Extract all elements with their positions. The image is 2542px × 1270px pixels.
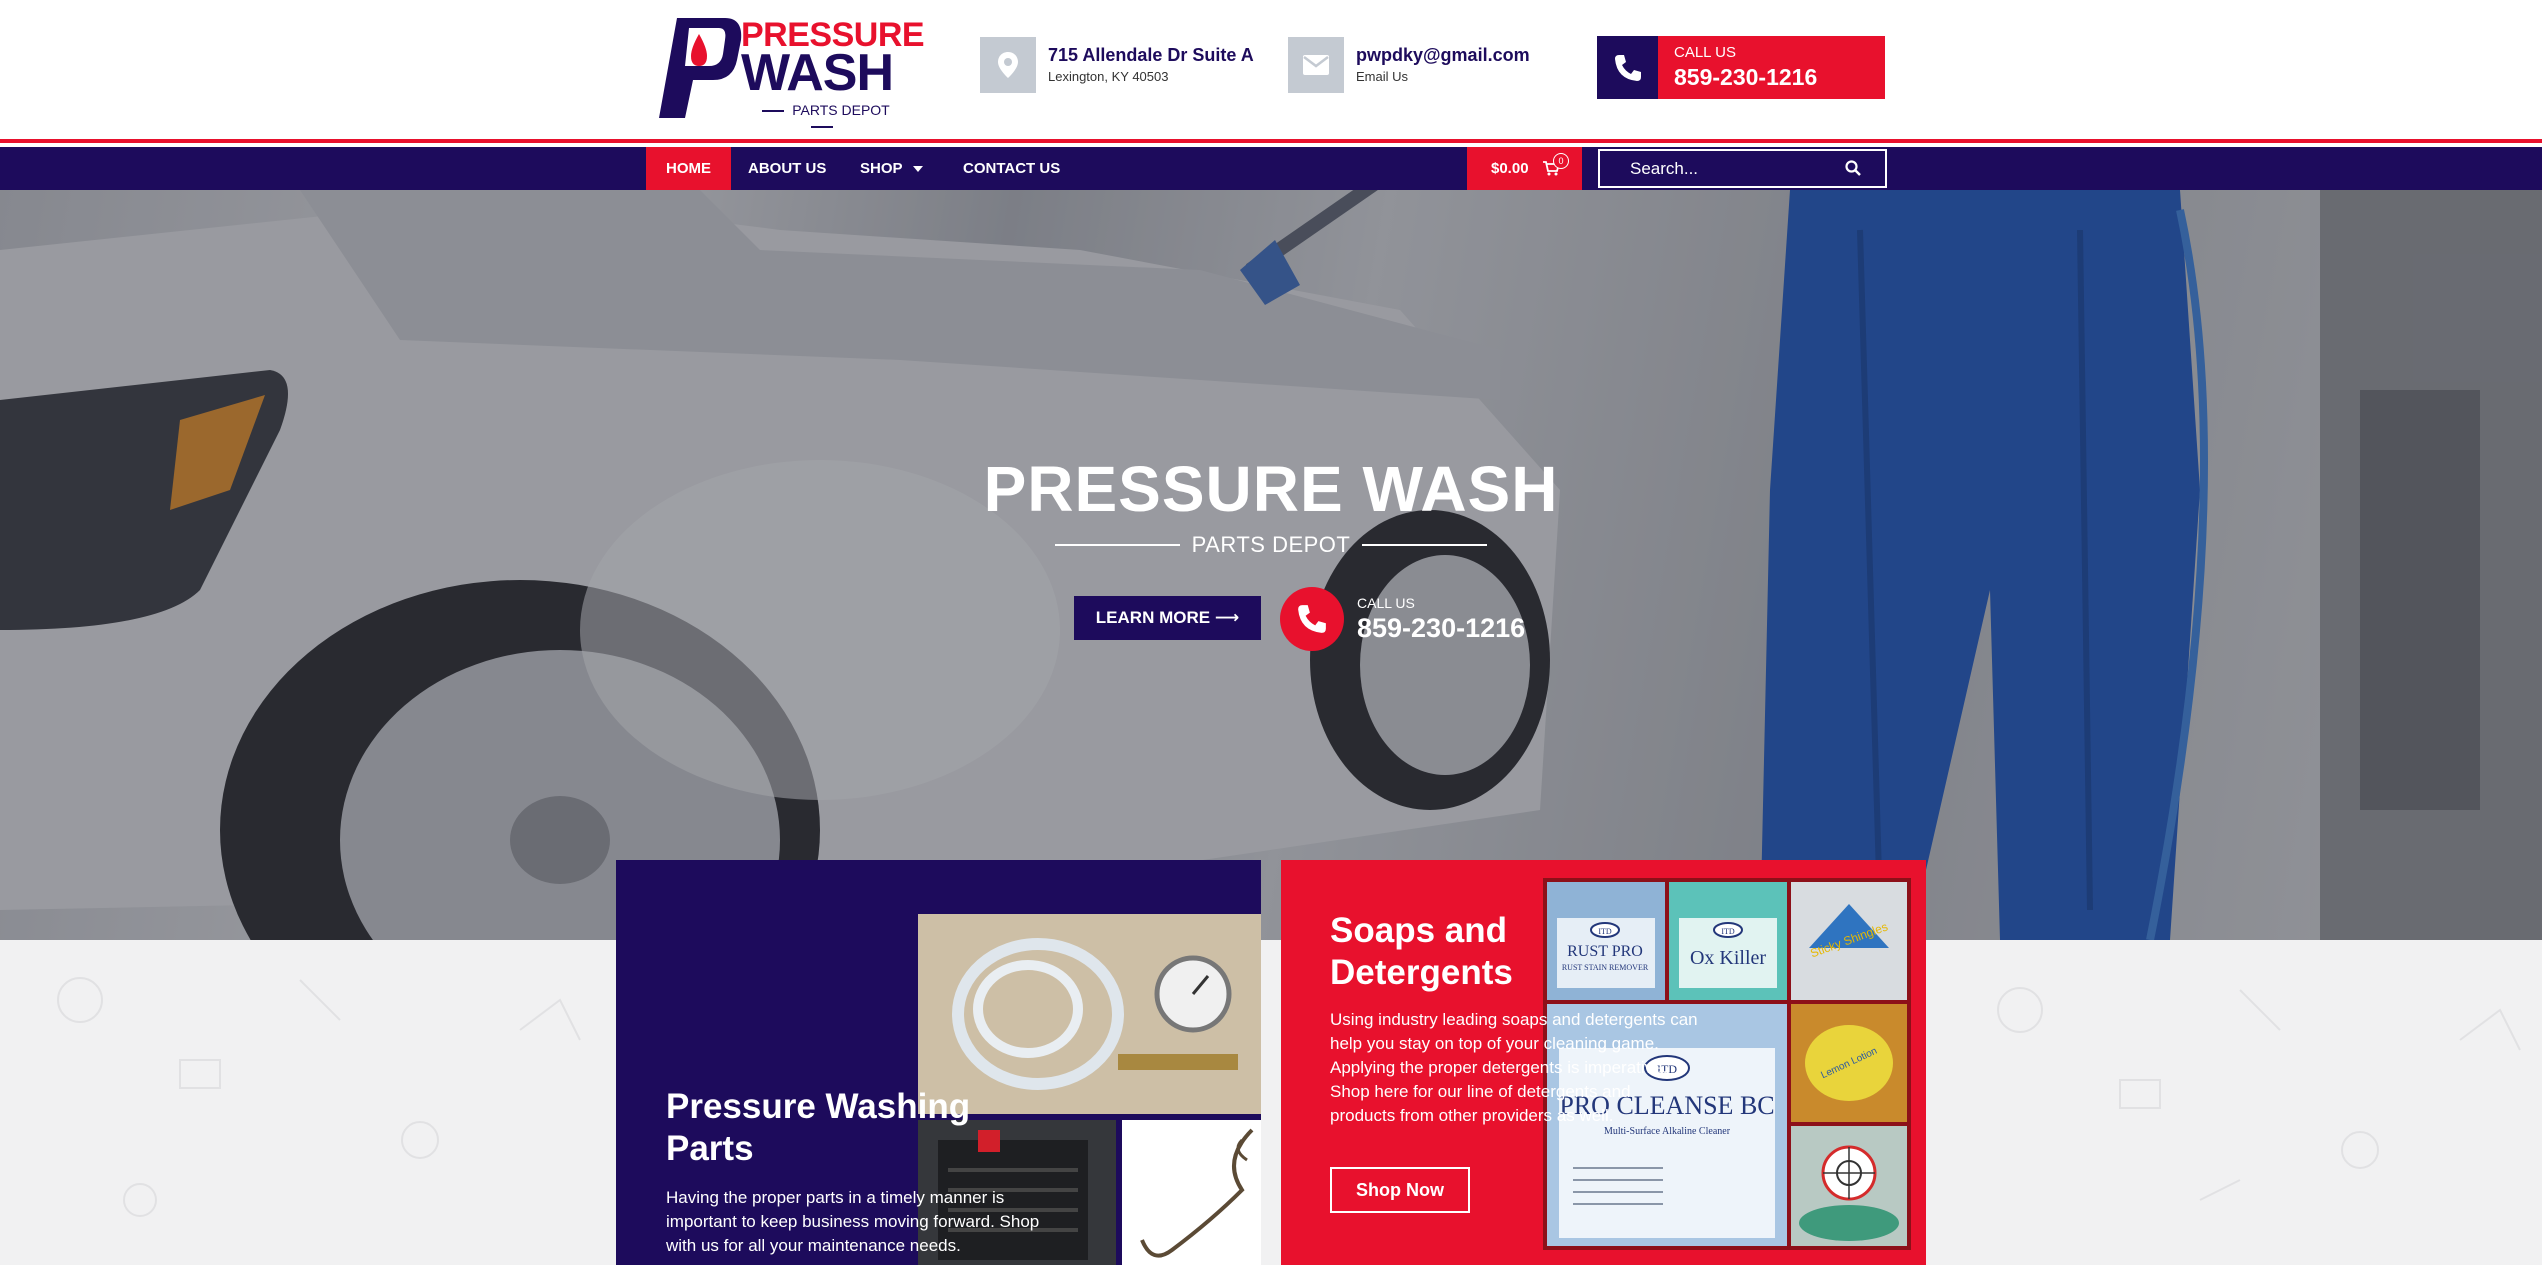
card-soaps-and-detergents[interactable]: ITD RUST PRO RUST STAIN REMOVER ITD Ox K… (1281, 860, 1926, 1265)
nav-shop[interactable]: SHOP (840, 147, 943, 190)
phone-icon (1597, 36, 1658, 99)
divider (1055, 544, 1180, 546)
nav-home[interactable]: HOME (646, 147, 731, 190)
header-email[interactable]: pwpdky@gmail.com Email Us (1288, 36, 1530, 94)
hero-overlay (0, 190, 2542, 940)
card-parts-title: Pressure Washing Parts (666, 1087, 971, 1168)
learn-more-label: LEARN MORE (1095, 608, 1211, 627)
nav-shop-label: SHOP (860, 160, 903, 177)
header-address: 715 Allendale Dr Suite A Lexington, KY 4… (980, 36, 1254, 94)
address-line: 715 Allendale Dr Suite A (1048, 45, 1254, 65)
site-logo[interactable]: PRESSURE WASH PARTS DEPOT (655, 12, 925, 122)
logo-word-wash: WASH (741, 44, 894, 102)
call-label: CALL US (1674, 44, 1736, 61)
learn-more-button[interactable]: LEARN MORE ⟶ (1074, 596, 1261, 640)
section-background (0, 940, 2542, 1265)
wand-photo (1122, 1120, 1261, 1265)
product-label: ITD (1598, 927, 1612, 936)
logo-tagline: PARTS DEPOT (747, 102, 897, 134)
cart-count-badge: 0 (1553, 153, 1569, 169)
location-pin-icon (980, 37, 1036, 93)
card-soaps-title: Soaps and Detergents (1330, 911, 1513, 992)
search-box (1598, 149, 1887, 188)
shop-now-button[interactable]: Shop Now (1330, 1167, 1470, 1213)
cart-total: $0.00 (1491, 160, 1529, 177)
search-icon[interactable] (1845, 160, 1861, 176)
address-city: Lexington, KY 40503 (1048, 69, 1169, 84)
divider (1362, 544, 1487, 546)
email-address[interactable]: pwpdky@gmail.com (1356, 43, 1530, 67)
main-nav: HOME ABOUT US SHOP CONTACT US $0.00 0 (0, 147, 2542, 190)
hero-call-number[interactable]: 859-230-1216 (1357, 612, 1525, 644)
search-input[interactable] (1600, 151, 1840, 186)
email-caption: Email Us (1356, 69, 1409, 84)
card-parts-text: Having the proper parts in a timely mann… (666, 1188, 1040, 1255)
site-header: PRESSURE WASH PARTS DEPOT 715 Allendale … (0, 0, 2542, 143)
card-pressure-washing-parts[interactable]: Pressure Washing Parts Having the proper… (616, 860, 1261, 1265)
card-soaps-text: Using industry leading soaps and deterge… (1330, 1010, 1698, 1125)
hose-and-gauge-photo (918, 914, 1261, 1114)
envelope-icon (1288, 37, 1344, 93)
product-label: Ox Killer (1690, 947, 1766, 969)
logo-p-mark (659, 18, 742, 118)
chevron-down-icon (912, 166, 923, 173)
nav-contact-us[interactable]: CONTACT US (943, 147, 1080, 190)
phone-icon (1280, 587, 1344, 651)
tools-pattern-background (57, 977, 2521, 1217)
hero-subtitle-text: PARTS DEPOT (1191, 532, 1351, 557)
hero-title: PRESSURE WASH (983, 453, 1559, 525)
cart-button[interactable]: $0.00 0 (1467, 147, 1582, 190)
hero-subtitle: PARTS DEPOT (1055, 530, 1487, 560)
hero-call-label: CALL US (1357, 595, 1415, 611)
product-label: ITD (1721, 927, 1735, 936)
header-call-button[interactable]: CALL US 859-230-1216 (1597, 36, 1885, 99)
nav-about-us[interactable]: ABOUT US (728, 147, 846, 190)
arrow-right-icon: ⟶ (1214, 608, 1240, 627)
hero-banner: PRESSURE WASH PARTS DEPOT LEARN MORE ⟶ C… (0, 190, 2542, 940)
call-number[interactable]: 859-230-1216 (1674, 62, 1817, 92)
hero-call[interactable]: CALL US 859-230-1216 (1280, 587, 1525, 651)
